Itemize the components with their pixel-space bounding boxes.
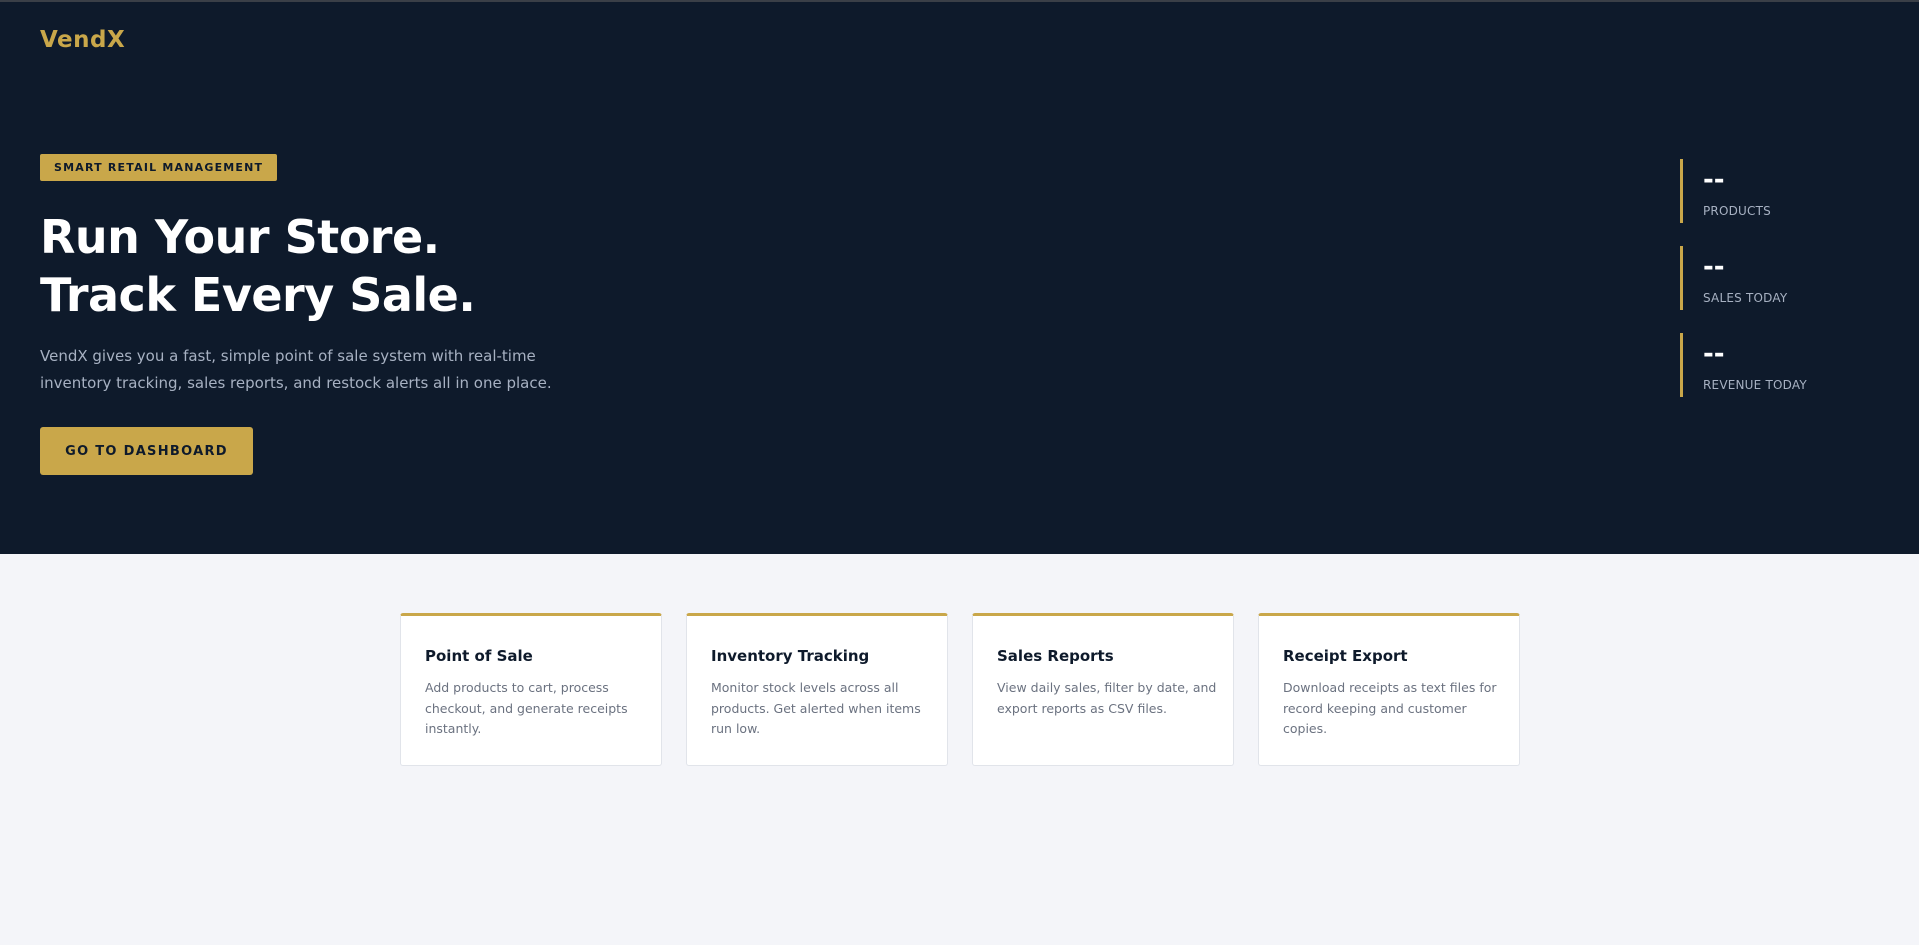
hero-section: VendX SMART RETAIL MANAGEMENT Run Your S… [0, 2, 1919, 554]
feature-card-receipt-export: Receipt Export Download receipts as text… [1258, 613, 1520, 766]
hero-title: Run Your Store. Track Every Sale. [40, 208, 476, 324]
brand-logo[interactable]: VendX [40, 27, 125, 53]
feature-card-point-of-sale: Point of Sale Add products to cart, proc… [400, 613, 662, 766]
go-to-dashboard-button[interactable]: GO TO DASHBOARD [40, 427, 253, 475]
feature-card-title: Point of Sale [425, 647, 533, 665]
feature-card-description: Monitor stock levels across all products… [711, 680, 921, 736]
stat-label: REVENUE TODAY [1703, 378, 1807, 392]
feature-card-inventory-tracking: Inventory Tracking Monitor stock levels … [686, 613, 948, 766]
feature-card-sales-reports: Sales Reports View daily sales, filter b… [972, 613, 1234, 766]
feature-card-title: Receipt Export [1283, 647, 1408, 665]
hero-title-line-1: Run Your Store. [40, 210, 440, 264]
stat-value: -- [1703, 252, 1725, 282]
feature-card-description: Add products to cart, process checkout, … [425, 680, 628, 736]
hero-description: VendX gives you a fast, simple point of … [40, 347, 552, 392]
stat-products: -- PRODUCTS [1680, 159, 1880, 223]
feature-card-title: Sales Reports [997, 647, 1114, 665]
stat-label: PRODUCTS [1703, 204, 1771, 218]
stat-value: -- [1703, 165, 1725, 195]
stat-label: SALES TODAY [1703, 291, 1788, 305]
feature-card-description: Download receipts as text files for reco… [1283, 680, 1497, 736]
stat-revenue-today: -- REVENUE TODAY [1680, 333, 1880, 397]
feature-card-description: View daily sales, filter by date, and ex… [997, 680, 1217, 716]
stat-value: -- [1703, 339, 1725, 369]
feature-card-title: Inventory Tracking [711, 647, 870, 665]
hero-title-line-2: Track Every Sale. [40, 268, 476, 322]
hero-badge: SMART RETAIL MANAGEMENT [40, 154, 278, 181]
stat-sales-today: -- SALES TODAY [1680, 246, 1880, 310]
